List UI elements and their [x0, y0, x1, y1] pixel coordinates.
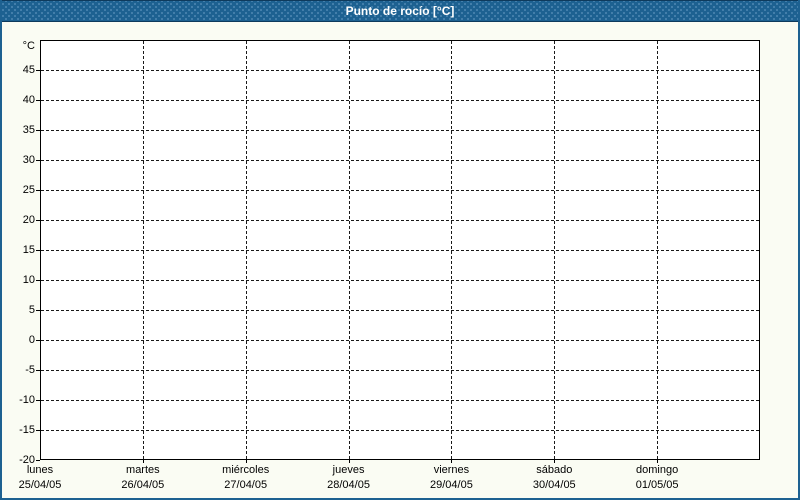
- v-gridline: [245, 41, 247, 459]
- x-date-label: 27/04/05: [224, 479, 268, 491]
- y-tick-mark: [36, 160, 40, 161]
- y-tick-mark: [36, 190, 40, 191]
- y-tick-label: 40: [22, 94, 35, 106]
- y-tick-mark: [36, 370, 40, 371]
- v-gridline: [657, 41, 659, 459]
- h-gridline: [41, 100, 759, 101]
- chart-window: °C 45 40 35 30 25 20 15 10 5 0 -5 -10 -15 -20 lunes 25/…: [0, 0, 800, 500]
- v-gridline: [142, 41, 144, 459]
- h-gridline: [41, 310, 759, 311]
- x-day-label: jueves: [332, 464, 365, 476]
- h-gridline: [41, 400, 759, 401]
- y-tick-label: 5: [28, 304, 35, 316]
- x-date-label: 25/04/05: [18, 479, 62, 491]
- x-date-label: 28/04/05: [327, 479, 370, 491]
- y-tick-label: 30: [22, 154, 35, 166]
- v-gridline: [554, 41, 556, 459]
- h-gridline: [41, 280, 759, 281]
- x-day-label: martes: [126, 464, 160, 476]
- y-tick-label: 45: [22, 64, 35, 76]
- y-tick-mark: [36, 220, 40, 221]
- y-tick-label: -5: [25, 364, 35, 376]
- y-tick-mark: [36, 250, 40, 251]
- y-axis-unit-label: °C: [22, 40, 35, 52]
- y-tick-label: 20: [22, 214, 35, 226]
- y-tick-mark: [36, 310, 40, 311]
- chart-area: °C 45 40 35 30 25 20 15 10 5 0 -5 -10 -15 -20 lunes 25/…: [0, 0, 800, 500]
- x-day-label: lunes: [26, 464, 54, 476]
- y-tick-label: -15: [19, 424, 35, 436]
- x-date-label: 26/04/05: [121, 479, 165, 491]
- y-tick-mark: [36, 430, 40, 431]
- y-tick-label: 25: [22, 184, 35, 196]
- x-date-label: 29/04/05: [430, 479, 473, 491]
- x-date-label: 30/04/05: [532, 479, 576, 491]
- y-tick-label: 0: [28, 334, 35, 346]
- y-tick-mark: [36, 130, 40, 131]
- x-day-label: viernes: [433, 464, 470, 476]
- h-gridline: [41, 370, 759, 371]
- x-day-label: sábado: [536, 464, 573, 476]
- v-gridline: [348, 41, 350, 459]
- y-tick-mark: [36, 400, 40, 401]
- y-tick-label: 15: [22, 244, 35, 256]
- v-gridline: [451, 41, 453, 459]
- h-gridline: [41, 130, 759, 131]
- window-titlebar: Punto de rocío [°C]: [0, 0, 800, 22]
- y-tick-label: 10: [22, 274, 35, 286]
- x-day-label: miércoles: [222, 464, 270, 476]
- y-tick-label: 35: [22, 124, 35, 136]
- h-gridline: [41, 70, 759, 71]
- h-gridline: [41, 220, 759, 221]
- x-day-label: domingo: [636, 464, 679, 476]
- h-gridline: [41, 190, 759, 191]
- y-tick-mark: [36, 340, 40, 341]
- page-title: Punto de rocío [°C]: [345, 4, 455, 18]
- h-gridline: [41, 250, 759, 251]
- h-gridline: [41, 340, 759, 341]
- h-gridline: [41, 160, 759, 161]
- x-date-label: 01/05/05: [635, 479, 679, 491]
- h-gridline: [41, 430, 759, 431]
- y-tick-mark: [36, 100, 40, 101]
- y-tick-mark: [36, 70, 40, 71]
- y-tick-mark: [36, 460, 40, 461]
- y-tick-mark: [36, 280, 40, 281]
- y-tick-label: -10: [19, 394, 35, 406]
